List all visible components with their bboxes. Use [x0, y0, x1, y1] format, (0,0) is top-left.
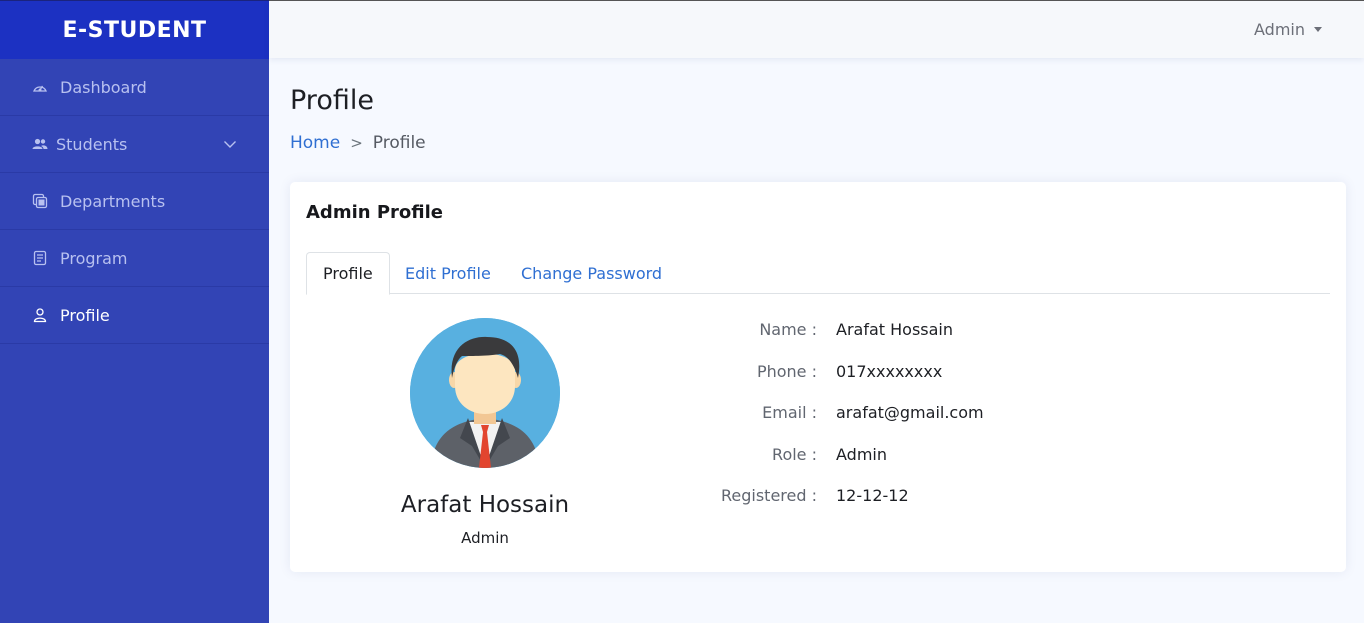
sidebar-item-label: Students [56, 134, 128, 154]
profile-card: Admin Profile Profile Edit Profile Chang… [290, 182, 1346, 572]
tab-edit-profile[interactable]: Edit Profile [389, 252, 507, 294]
sidebar-item-label: Departments [60, 191, 166, 211]
sidebar-item-profile[interactable]: Profile [0, 287, 269, 344]
speedometer-icon [32, 79, 48, 95]
user-avatar-icon [410, 318, 560, 468]
detail-value: Admin [836, 445, 887, 464]
profile-role: Admin [461, 529, 509, 547]
detail-label: Name : [759, 320, 817, 339]
detail-value: 017xxxxxxxx [836, 362, 943, 381]
people-icon [32, 136, 48, 152]
breadcrumb: Home > Profile [290, 133, 1346, 153]
main-content: Profile Home > Profile Admin Profile Pro… [290, 58, 1346, 572]
breadcrumb-separator: > [350, 134, 363, 152]
person-icon [32, 307, 48, 323]
breadcrumb-current: Profile [372, 133, 426, 153]
detail-row-registered: Registered : 12-12-12 [670, 486, 1170, 508]
page-title: Profile [290, 85, 374, 116]
detail-label: Phone : [756, 362, 817, 381]
user-name: Admin [1254, 20, 1305, 39]
sidebar: E-STUDENT Dashboard Students Departments… [0, 0, 269, 623]
top-header: Admin [269, 0, 1364, 58]
detail-row-phone: Phone : 017xxxxxxxx [670, 362, 1170, 384]
detail-row-email: Email : arafat@gmail.com [670, 403, 1170, 425]
detail-label: Email : [762, 403, 817, 422]
profile-tabs: Profile Edit Profile Change Password [306, 252, 1330, 295]
detail-row-name: Name : Arafat Hossain [670, 320, 1170, 342]
layers-icon [32, 193, 48, 209]
app-root: E-STUDENT Dashboard Students Departments… [0, 0, 1364, 623]
detail-value: 12-12-12 [836, 486, 909, 505]
brand-logo[interactable]: E-STUDENT [0, 0, 269, 59]
caret-down-icon [1314, 27, 1322, 32]
tab-profile[interactable]: Profile [306, 252, 390, 295]
sidebar-item-label: Dashboard [60, 77, 147, 97]
brand-name: E-STUDENT [62, 17, 207, 43]
sidebar-item-departments[interactable]: Departments [0, 173, 269, 230]
sidebar-item-program[interactable]: Program [0, 230, 269, 287]
user-menu-dropdown[interactable]: Admin [1254, 20, 1322, 39]
detail-row-role: Role : Admin [670, 445, 1170, 467]
sidebar-item-label: Profile [60, 305, 110, 325]
detail-label: Registered : [721, 486, 817, 505]
detail-value: Arafat Hossain [836, 320, 954, 339]
sidebar-item-students[interactable]: Students [0, 116, 269, 173]
profile-name: Arafat Hossain [400, 492, 570, 518]
breadcrumb-home-link[interactable]: Home [290, 133, 340, 153]
card-title: Admin Profile [306, 202, 443, 223]
chevron-down-icon[interactable] [223, 137, 237, 151]
tab-change-password[interactable]: Change Password [505, 252, 678, 294]
journal-icon [32, 250, 48, 266]
detail-label: Role : [772, 445, 817, 464]
avatar [410, 318, 560, 468]
detail-value: arafat@gmail.com [836, 403, 984, 422]
sidebar-item-dashboard[interactable]: Dashboard [0, 59, 269, 116]
sidebar-item-label: Program [60, 248, 128, 268]
